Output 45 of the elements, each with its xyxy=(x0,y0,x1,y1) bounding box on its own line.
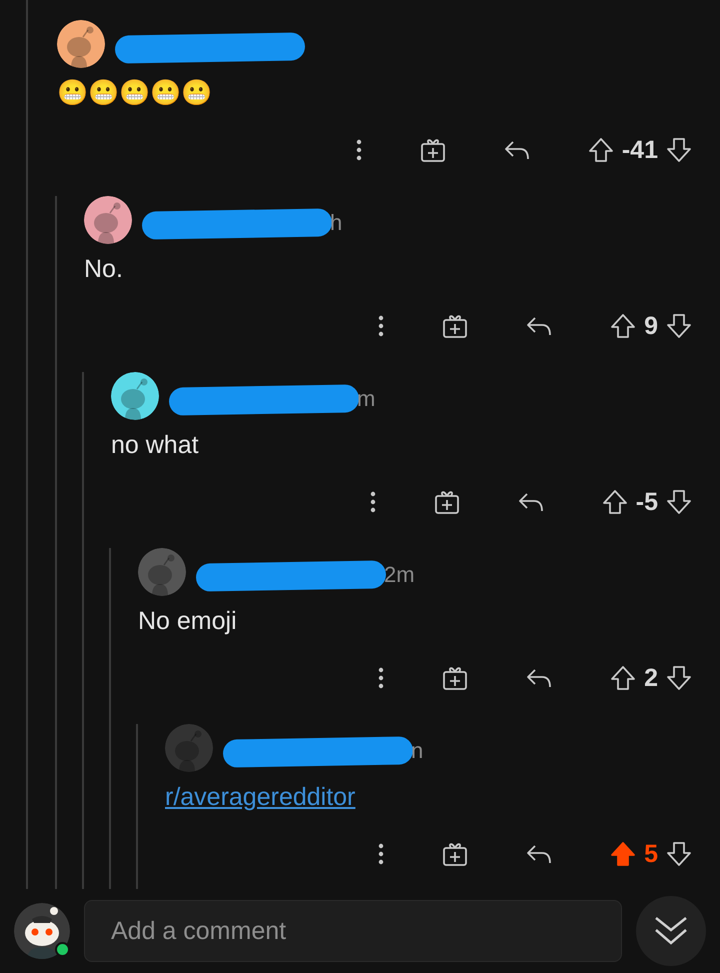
gift-icon[interactable] xyxy=(420,137,446,163)
gift-icon[interactable] xyxy=(442,841,468,867)
gift-icon[interactable] xyxy=(442,313,468,339)
comment-time: h xyxy=(330,210,342,236)
reply-icon[interactable] xyxy=(526,315,552,337)
comment-input[interactable]: Add a comment xyxy=(84,900,622,962)
downvote-icon[interactable] xyxy=(666,313,692,339)
upvote-icon[interactable] xyxy=(610,313,636,339)
upvote-icon[interactable] xyxy=(610,665,636,691)
reply-icon[interactable] xyxy=(526,843,552,865)
more-icon[interactable] xyxy=(378,666,384,690)
more-icon[interactable] xyxy=(356,138,362,162)
comment-text: no what xyxy=(111,430,199,460)
vote-score: -41 xyxy=(622,136,658,164)
downvote-icon[interactable] xyxy=(666,841,692,867)
vote-score: 5 xyxy=(644,840,658,868)
user-avatar[interactable] xyxy=(14,903,70,959)
vote-score: 9 xyxy=(644,312,658,340)
comment-text: No emoji xyxy=(138,606,237,636)
upvote-icon[interactable] xyxy=(588,137,614,163)
reply-icon[interactable] xyxy=(504,139,530,161)
upvote-icon[interactable] xyxy=(602,489,628,515)
comment-time: m xyxy=(357,386,376,412)
more-icon[interactable] xyxy=(370,490,376,514)
comment-text: 😬😬😬😬😬 xyxy=(57,78,212,108)
upvote-icon[interactable] xyxy=(610,841,636,867)
vote-score: 2 xyxy=(644,664,658,692)
more-icon[interactable] xyxy=(378,842,384,866)
downvote-icon[interactable] xyxy=(666,137,692,163)
avatar[interactable] xyxy=(111,372,159,420)
avatar[interactable] xyxy=(84,196,132,244)
more-icon[interactable] xyxy=(378,314,384,338)
downvote-icon[interactable] xyxy=(666,489,692,515)
downvote-icon[interactable] xyxy=(666,665,692,691)
gift-icon[interactable] xyxy=(434,489,460,515)
reply-icon[interactable] xyxy=(518,491,544,513)
comment-text: No. xyxy=(84,254,123,284)
comment-time: n xyxy=(411,738,424,764)
comment-time: 2m xyxy=(384,562,415,588)
reply-icon[interactable] xyxy=(526,667,552,689)
subreddit-link[interactable]: r/averageredditor xyxy=(165,782,356,812)
gift-icon[interactable] xyxy=(442,665,468,691)
avatar[interactable] xyxy=(57,20,105,68)
vote-score: -5 xyxy=(636,488,658,516)
double-chevron-down-icon xyxy=(654,916,688,946)
